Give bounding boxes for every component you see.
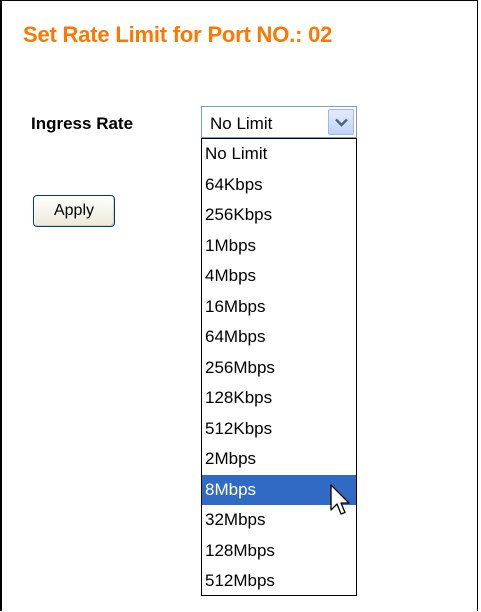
- dropdown-option[interactable]: 128Kbps: [202, 383, 356, 414]
- dropdown-option[interactable]: 4Mbps: [202, 261, 356, 292]
- dropdown-option[interactable]: 16Mbps: [202, 292, 356, 323]
- ingress-rate-label: Ingress Rate: [31, 114, 134, 133]
- page-title: Set Rate Limit for Port NO.: 02: [23, 22, 333, 47]
- dropdown-option[interactable]: 1Mbps: [202, 231, 356, 262]
- dropdown-option[interactable]: No Limit: [202, 139, 356, 170]
- apply-button[interactable]: Apply: [33, 195, 115, 227]
- dropdown-option[interactable]: 64Mbps: [202, 322, 356, 353]
- dropdown-option[interactable]: 2Mbps: [202, 444, 356, 475]
- mouse-pointer-icon: [330, 484, 350, 515]
- dropdown-option[interactable]: 512Mbps: [202, 566, 356, 597]
- ingress-rate-selected-value: No Limit: [210, 114, 273, 133]
- dropdown-option[interactable]: 256Mbps: [202, 353, 356, 384]
- ingress-rate-select[interactable]: No Limit: [201, 106, 357, 138]
- dropdown-option[interactable]: 512Kbps: [202, 414, 356, 445]
- ingress-rate-options-list[interactable]: No Limit 64Kbps 256Kbps 1Mbps 4Mbps 16Mbps 64M…: [201, 138, 357, 596]
- select-dropdown-button[interactable]: [328, 109, 354, 135]
- dropdown-option[interactable]: 128Mbps: [202, 536, 356, 567]
- dropdown-option[interactable]: 256Kbps: [202, 200, 356, 231]
- chevron-down-icon: [335, 118, 348, 127]
- dropdown-option[interactable]: 64Kbps: [202, 170, 356, 201]
